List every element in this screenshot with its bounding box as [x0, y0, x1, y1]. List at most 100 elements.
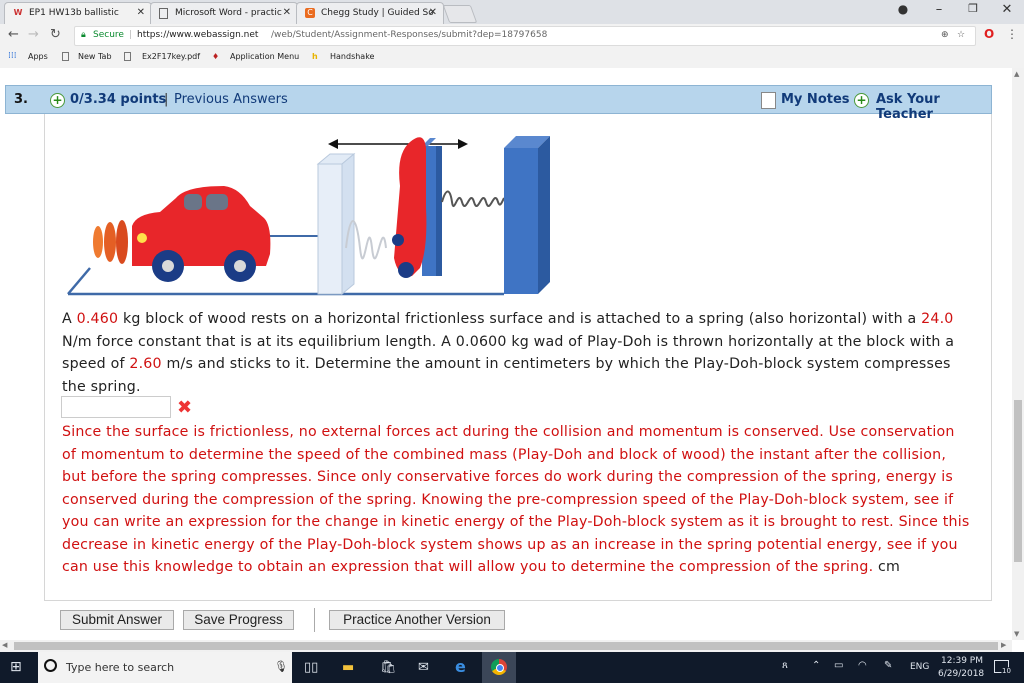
block-icon: [392, 137, 442, 278]
arrow-icon: [328, 139, 468, 149]
tab-chegg[interactable]: C Chegg Study | Guided So ✕: [296, 2, 444, 24]
people-icon[interactable]: ጸ: [782, 660, 788, 671]
back-icon[interactable]: ←: [8, 27, 19, 42]
app-menu-icon: ♦: [212, 52, 220, 61]
spring-constant-value: 24.0: [921, 311, 954, 327]
chrome-icon[interactable]: [482, 652, 516, 683]
minimize-icon[interactable]: –: [924, 2, 954, 17]
problem-part: A: [62, 311, 77, 327]
task-view-icon[interactable]: ▯▯: [304, 660, 318, 675]
document-icon: [159, 8, 168, 19]
my-notes-link[interactable]: My Notes: [781, 92, 850, 107]
search-placeholder: Type here to search: [66, 661, 175, 674]
answer-input[interactable]: [61, 396, 171, 418]
points-label: 0/3.34 points: [70, 92, 167, 107]
url-path: /web/Student/Assignment-Responses/submit…: [271, 30, 548, 40]
close-icon[interactable]: ✕: [137, 3, 145, 23]
previous-answers-link[interactable]: Previous Answers: [174, 92, 288, 107]
close-window-icon[interactable]: ✕: [992, 2, 1022, 17]
bookmark-ex2f17key[interactable]: Ex2F17key.pdf: [142, 52, 200, 61]
horizontal-scrollbar[interactable]: ◀ ▶: [0, 640, 1012, 652]
chegg-icon: C: [305, 8, 315, 18]
clock-time[interactable]: 12:39 PM: [941, 656, 983, 666]
scroll-thumb[interactable]: [14, 642, 998, 650]
apps-icon: ⁞⁞⁞: [8, 51, 17, 61]
tray-chevron-icon[interactable]: ⌃: [812, 660, 820, 671]
lock-icon: 🔒︎: [81, 30, 86, 40]
webassign-icon: W: [13, 8, 23, 17]
close-icon[interactable]: ✕: [283, 3, 291, 23]
profile-icon[interactable]: ●: [888, 2, 918, 16]
save-progress-button[interactable]: Save Progress: [183, 610, 294, 630]
menu-icon[interactable]: ⋮: [1006, 27, 1018, 41]
page-content: 3. + 0/3.34 points | Previous Answers My…: [0, 68, 1012, 640]
tab-webassign[interactable]: W EP1 HW13b ballistic ✕: [4, 2, 152, 24]
language-indicator[interactable]: ENG: [910, 662, 929, 672]
reload-icon[interactable]: ↻: [50, 27, 61, 42]
bookmark-application-menu[interactable]: Application Menu: [230, 52, 299, 61]
spring-icon: [441, 190, 505, 207]
notes-icon: [761, 92, 776, 109]
taskbar-search-box[interactable]: Type here to search 🎙︎: [38, 652, 292, 683]
microphone-icon[interactable]: 🎙︎: [274, 660, 288, 673]
address-bar-row: ← → ↻ 🔒︎ Secure | https://www.webassign.…: [0, 24, 1024, 46]
problem-part: m/s and sticks to it. Determine the amou…: [62, 356, 951, 395]
mail-icon[interactable]: ✉: [418, 660, 429, 675]
notification-count: 10: [1001, 667, 1012, 675]
scroll-right-icon[interactable]: ▶: [1001, 641, 1006, 649]
new-tab-button[interactable]: [442, 5, 478, 23]
edge-icon[interactable]: e: [455, 657, 466, 676]
store-icon[interactable]: 🛍︎: [380, 660, 397, 675]
vertical-scrollbar[interactable]: ▲ ▼: [1012, 68, 1024, 640]
scroll-thumb[interactable]: [1014, 400, 1022, 562]
windows-start-icon[interactable]: ⊞: [10, 659, 22, 675]
question-header: 3. + 0/3.34 points | Previous Answers My…: [5, 85, 992, 122]
pen-icon[interactable]: ✎: [884, 660, 892, 671]
page-icon: [124, 52, 131, 61]
problem-illustration: [67, 136, 550, 296]
bookmark-star-icon[interactable]: ☆: [957, 27, 965, 44]
submit-answer-button[interactable]: Submit Answer: [60, 610, 174, 630]
problem-part: kg block of wood rests on a horizontal f…: [118, 311, 922, 327]
cortana-icon: [44, 659, 57, 672]
zoom-icon[interactable]: ⊕: [941, 27, 949, 44]
feedback-text: Since the surface is frictionless, no ex…: [62, 421, 972, 579]
separator: |: [129, 30, 133, 40]
ghost-block: [316, 152, 356, 296]
unit-label: cm: [878, 559, 901, 575]
url-host: https://www.webassign.net: [137, 30, 259, 40]
tab-word[interactable]: Microsoft Word - practic ✕: [150, 2, 298, 24]
close-icon[interactable]: ✕: [429, 3, 437, 23]
bookmark-apps[interactable]: Apps: [28, 52, 48, 61]
battery-icon[interactable]: ▭: [834, 660, 843, 671]
url-input[interactable]: 🔒︎ Secure | https://www.webassign.net /w…: [74, 26, 976, 46]
extension-icon[interactable]: O: [984, 27, 994, 41]
bookmarks-bar: ⁞⁞⁞ Apps New Tab Ex2F17key.pdf ♦ Applica…: [0, 46, 1024, 69]
file-explorer-icon[interactable]: ▬: [342, 660, 354, 675]
scroll-up-icon[interactable]: ▲: [1014, 70, 1019, 78]
header-separator: |: [164, 92, 169, 107]
plus-icon: +: [854, 93, 869, 108]
clock-date[interactable]: 6/29/2018: [938, 669, 984, 679]
secure-label: Secure: [93, 30, 124, 40]
feedback-message: Since the surface is frictionless, no ex…: [62, 424, 970, 575]
playdoh-car-icon: [93, 186, 271, 282]
tab-label: Microsoft Word - practic: [175, 8, 282, 18]
button-divider: [314, 608, 315, 632]
bookmark-handshake[interactable]: Handshake: [330, 52, 374, 61]
bookmark-new-tab[interactable]: New Tab: [78, 52, 112, 61]
forward-icon[interactable]: →: [28, 27, 39, 42]
speed-value: 2.60: [129, 356, 162, 372]
incorrect-icon: ✖: [177, 397, 193, 418]
tab-label: EP1 HW13b ballistic: [29, 8, 119, 18]
restore-icon[interactable]: ❐: [958, 2, 988, 15]
problem-text: A 0.460 kg block of wood rests on a hori…: [62, 308, 972, 398]
practice-another-version-button[interactable]: Practice Another Version: [329, 610, 505, 630]
taskbar: ⊞ Type here to search 🎙︎ ▯▯ ▬ 🛍︎ ✉ e ጸ ⌃…: [0, 652, 1024, 683]
tab-label: Chegg Study | Guided So: [321, 8, 434, 18]
wifi-icon[interactable]: ◠: [858, 660, 867, 671]
handshake-icon: h: [312, 52, 318, 61]
plus-icon: +: [50, 93, 65, 108]
scroll-left-icon[interactable]: ◀: [2, 641, 7, 649]
scroll-down-icon[interactable]: ▼: [1014, 630, 1019, 638]
